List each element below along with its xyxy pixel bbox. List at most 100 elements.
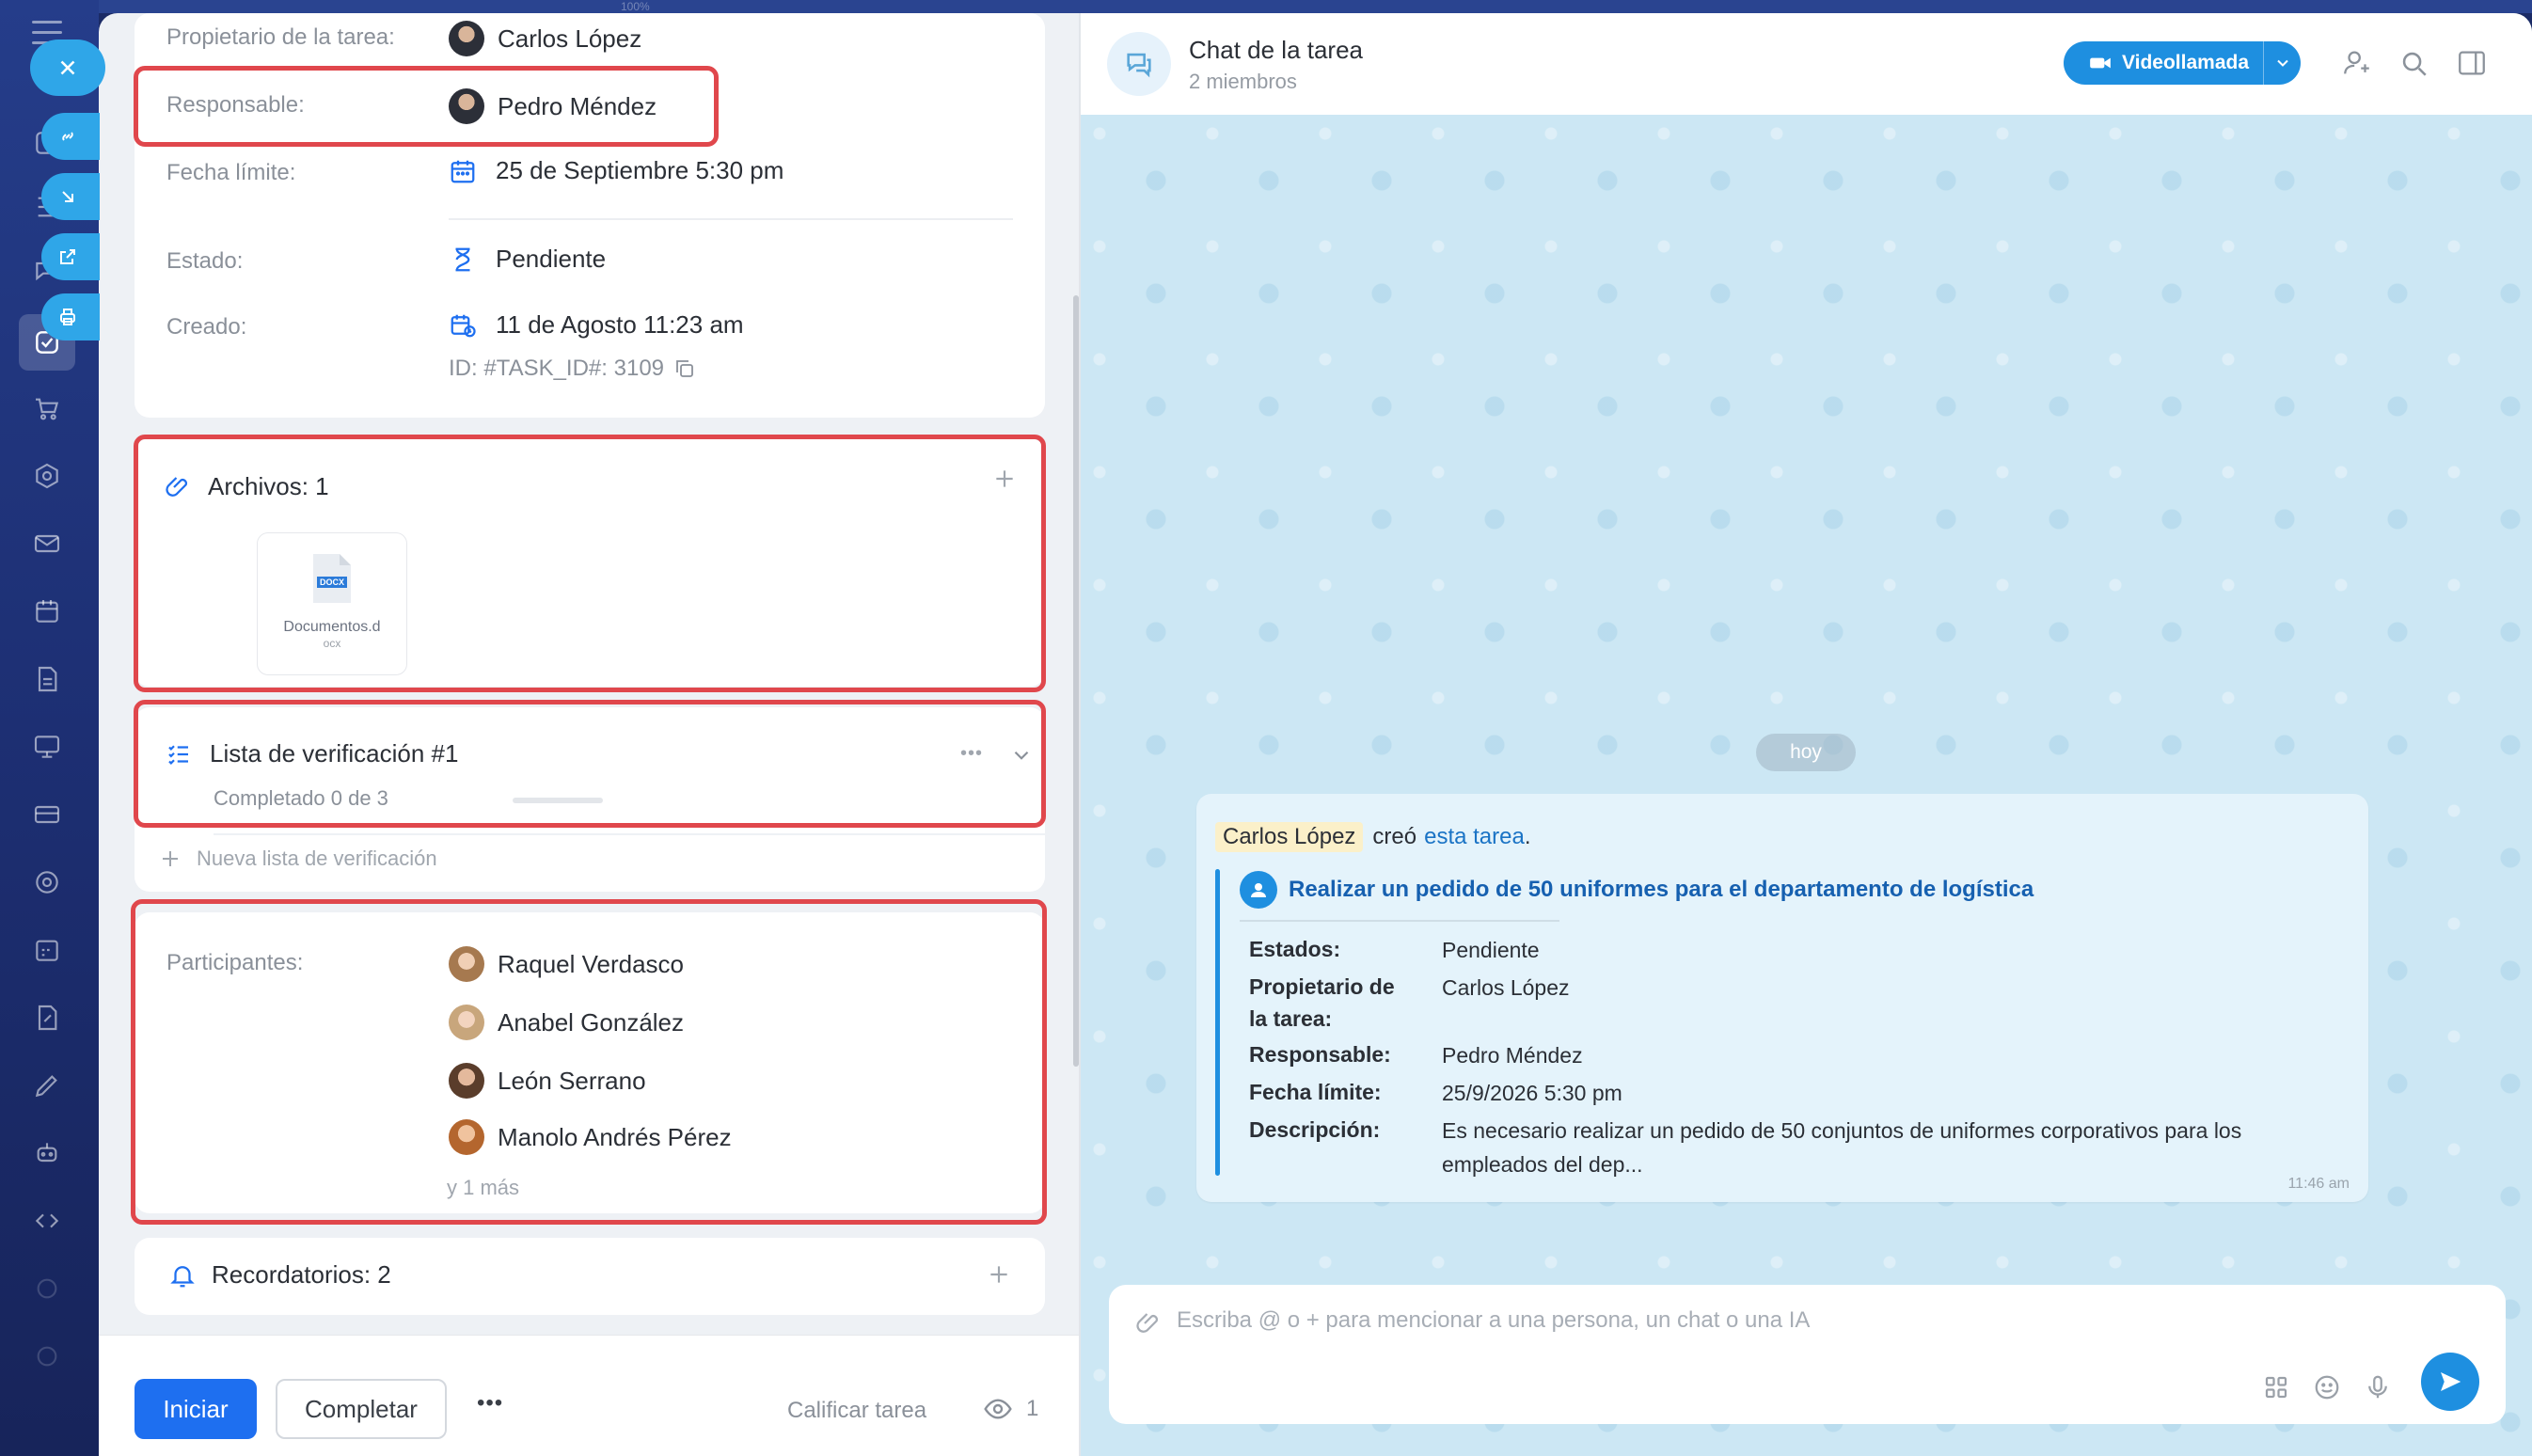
send-icon [2441, 1372, 2461, 1391]
task-id-text: ID: #TASK_ID#: 3109 [449, 356, 665, 381]
owner-value[interactable]: Carlos López [449, 21, 641, 56]
chat-messages-area: hoy [1081, 115, 2532, 1456]
microphone-icon[interactable] [2364, 1373, 2392, 1401]
highlight-participants [131, 899, 1047, 1225]
divider [1240, 920, 1559, 922]
sidebar-toggle-icon[interactable] [2456, 47, 2488, 79]
start-button[interactable]: Iniciar [135, 1379, 257, 1439]
printer-icon [60, 309, 75, 325]
video-call-dropdown[interactable] [2263, 41, 2301, 85]
field-value: empleados del dep... [1442, 1152, 1643, 1177]
status-value: Pendiente [449, 245, 606, 274]
chat-title: Chat de la tarea [1189, 36, 1364, 64]
status-text: Pendiente [496, 245, 607, 273]
message-task-link[interactable]: esta tarea [1424, 824, 1525, 850]
task-panel: Propietario de la tarea: Carlos López Re… [99, 13, 1079, 1456]
send-button[interactable] [2421, 1353, 2479, 1411]
close-icon [60, 60, 75, 75]
pen-icon[interactable] [24, 1063, 70, 1108]
minimize-button[interactable] [41, 173, 100, 220]
deadline-text: 25 de Septiembre 5:30 pm [496, 156, 784, 184]
target-icon[interactable] [24, 860, 70, 905]
copy-icon[interactable] [673, 357, 696, 380]
chat-bubbles-icon [1127, 53, 1151, 78]
edit-doc-icon[interactable] [24, 995, 70, 1040]
deadline-label: Fecha límite: [166, 160, 296, 185]
schedule-icon[interactable] [24, 927, 70, 973]
document-icon[interactable] [24, 657, 70, 702]
highlight-files [134, 435, 1046, 692]
more-icon[interactable] [24, 1334, 70, 1379]
robot-icon[interactable] [24, 1131, 70, 1176]
chat-header: Chat de la tarea 2 miembros Videollamada [1081, 13, 2532, 115]
task-user-icon [1240, 871, 1277, 909]
message-input[interactable]: Escriba @ o + para mencionar a una perso… [1177, 1307, 1810, 1334]
copy-link-button[interactable] [41, 113, 100, 160]
field-label: Fecha límite: [1249, 1080, 1382, 1104]
task-action-bar: Iniciar Completar ••• Calificar tarea 1 [99, 1335, 1079, 1456]
mail-icon[interactable] [24, 521, 70, 566]
message-author[interactable]: Carlos López [1215, 822, 1364, 852]
task-title-link[interactable]: Realizar un pedido de 50 uniformes para … [1240, 871, 2034, 909]
paperclip-icon[interactable] [1135, 1309, 1163, 1337]
calendar-clock-icon [451, 314, 476, 337]
divider [449, 218, 1013, 220]
chat-panel: Chat de la tarea 2 miembros Videollamada… [1079, 13, 2532, 1456]
calendar-icon[interactable] [24, 589, 70, 634]
card-icon[interactable] [24, 792, 70, 837]
views-count: 1 [1026, 1396, 1039, 1421]
new-checklist-button[interactable]: Nueva lista de verificación [159, 847, 437, 871]
search-icon[interactable] [2397, 47, 2429, 79]
add-user-icon[interactable] [2341, 47, 2373, 79]
quote-bar [1215, 869, 1220, 1176]
avatar [449, 21, 484, 56]
owner-label: Propietario de la tarea: [166, 24, 395, 50]
plus-icon [163, 851, 178, 866]
field-label: Responsable: [1249, 1042, 1391, 1067]
window-top-stripe: 100% [99, 0, 2532, 13]
eye-icon [984, 1399, 1012, 1419]
new-checklist-label: Nueva lista de verificación [197, 847, 437, 870]
field-value: 25/9/2026 5:30 pm [1442, 1081, 1622, 1105]
field-label: Descripción: [1249, 1117, 1381, 1142]
chat-members[interactable]: 2 miembros [1189, 70, 1297, 94]
video-call-label: Videollamada [2122, 52, 2250, 73]
field-value: Pendiente [1442, 938, 1540, 962]
code-icon[interactable] [24, 1198, 70, 1243]
rate-task-link[interactable]: Calificar tarea [787, 1398, 926, 1424]
cart-icon[interactable] [24, 386, 70, 431]
field-label: Estados: [1249, 937, 1341, 961]
deadline-value[interactable]: 25 de Septiembre 5:30 pm [449, 156, 783, 185]
print-button[interactable] [41, 293, 100, 340]
settings-icon[interactable] [24, 1266, 70, 1311]
chevron-down-icon [2276, 59, 2288, 67]
smile-icon[interactable] [2313, 1373, 2341, 1401]
reminders-card: Recordatorios: 2 [135, 1238, 1045, 1315]
field-value: Pedro Méndez [1442, 1043, 1583, 1068]
created-label: Creado: [166, 314, 247, 340]
message-composer[interactable]: Escriba @ o + para mencionar a una perso… [1109, 1285, 2506, 1424]
calendar-icon [451, 160, 475, 182]
system-message: Carlos López creó esta tarea . Realizar … [1196, 794, 2368, 1202]
add-reminder-icon[interactable] [987, 1262, 1011, 1287]
open-new-window-button[interactable] [41, 233, 100, 280]
owner-name: Carlos López [498, 24, 642, 53]
more-actions-button[interactable]: ••• [477, 1390, 503, 1416]
complete-button[interactable]: Completar [276, 1379, 447, 1439]
zoom-indicator: 100% [621, 0, 650, 13]
status-label: Estado: [166, 248, 244, 274]
board-icon[interactable] [24, 724, 70, 769]
highlight-checklist [134, 700, 1046, 828]
field-value: Carlos López [1442, 975, 1570, 1000]
video-camera-icon [2090, 57, 2111, 69]
message-action: creó [1372, 824, 1417, 849]
bell-icon [170, 1265, 195, 1287]
reminders-title: Recordatorios: 2 [212, 1260, 391, 1289]
divider [214, 833, 1045, 835]
views-counter: 1 [983, 1394, 1038, 1424]
apps-grid-icon[interactable] [2262, 1373, 2290, 1401]
hexagon-icon[interactable] [24, 453, 70, 499]
external-link-icon [60, 249, 75, 264]
close-slider-button[interactable] [30, 40, 105, 96]
video-call-button[interactable]: Videollamada [2064, 41, 2301, 85]
